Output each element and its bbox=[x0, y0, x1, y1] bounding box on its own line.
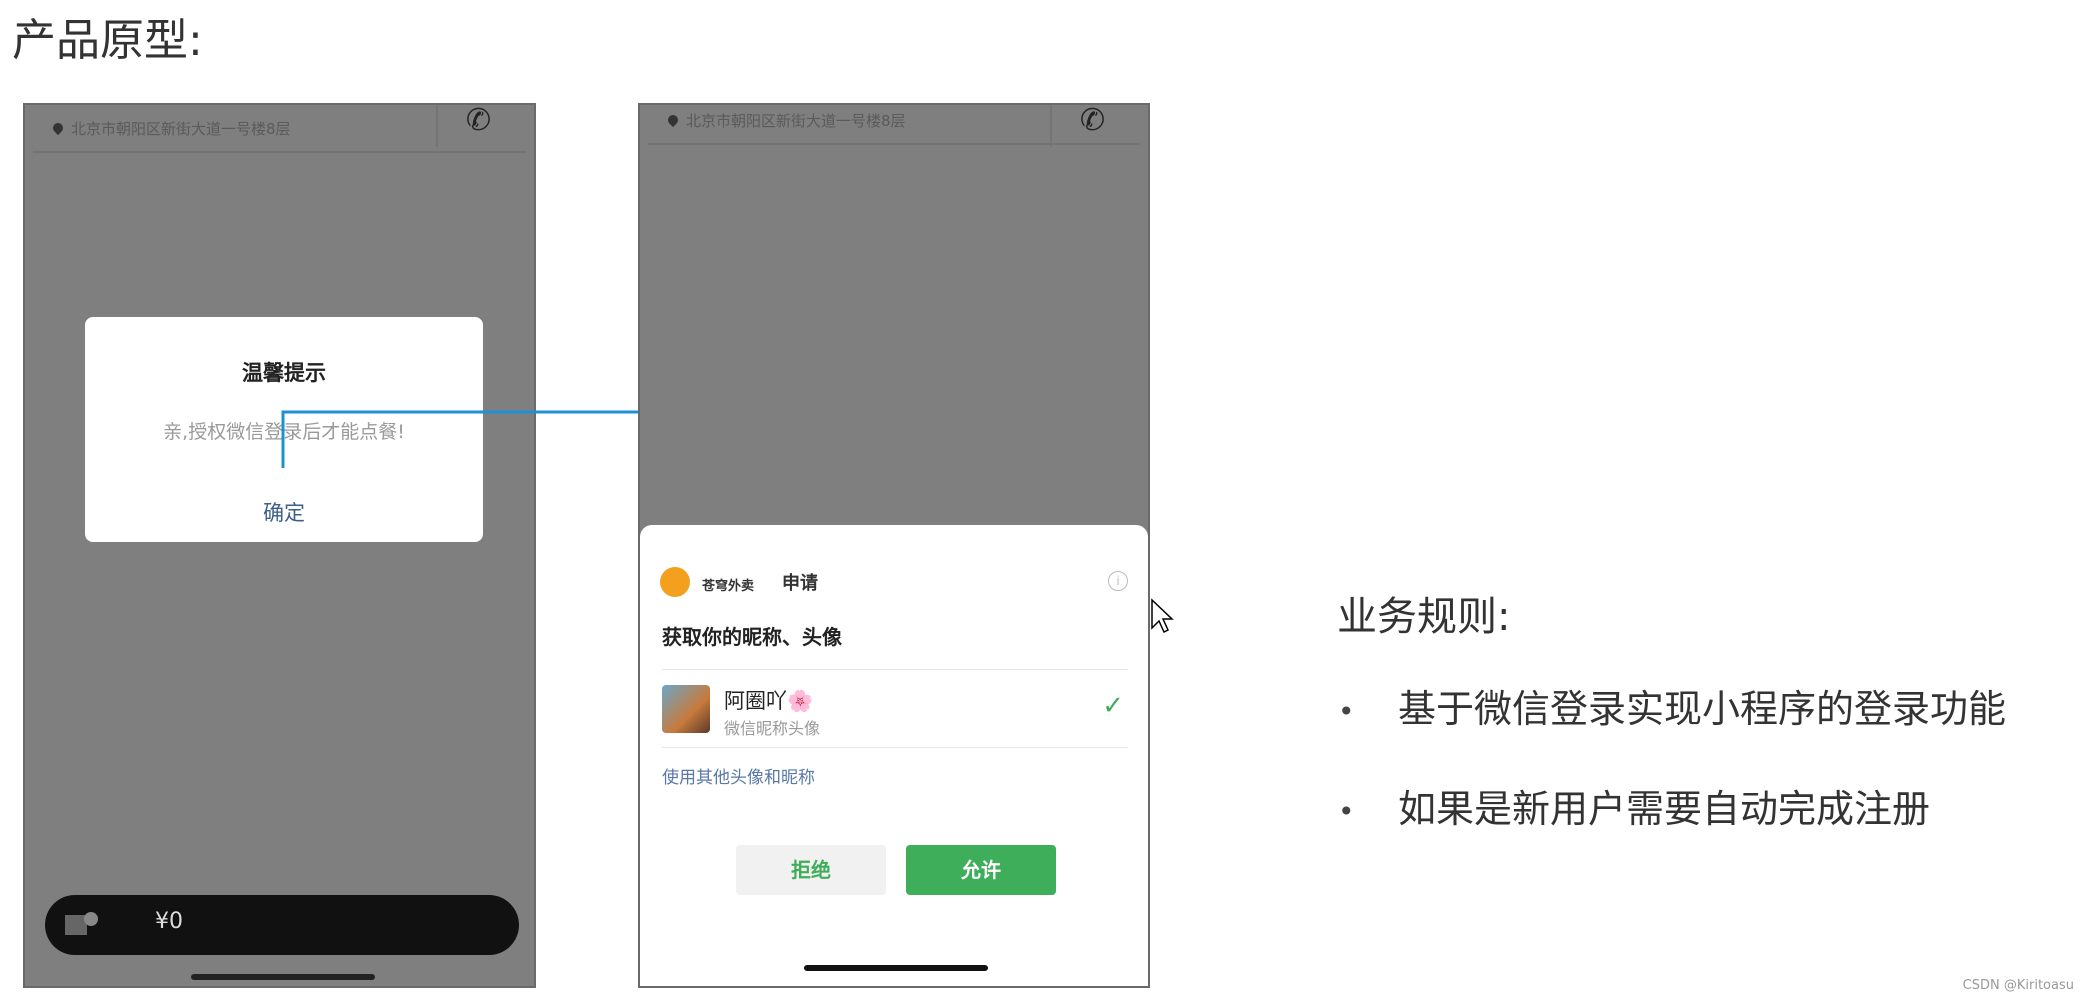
cart-bar[interactable]: ¥0 bbox=[45, 895, 519, 955]
rule-item: • 如果是新用户需要自动完成注册 bbox=[1338, 787, 1931, 831]
flow-arrow bbox=[281, 403, 660, 468]
deny-button[interactable]: 拒绝 bbox=[736, 845, 886, 895]
address-text: 北京市朝阳区新街大道一号楼8层 bbox=[71, 119, 291, 138]
call-button[interactable]: ✆ bbox=[1050, 103, 1148, 147]
rules-title: 业务规则: bbox=[1337, 594, 1511, 640]
confirm-button[interactable]: 确定 bbox=[85, 497, 483, 527]
location-pin-icon bbox=[50, 120, 66, 136]
nickname-subtitle: 微信昵称头像 bbox=[724, 719, 821, 738]
app-name: 苍穹外卖 bbox=[702, 579, 755, 594]
location-pin-icon bbox=[665, 112, 681, 128]
home-indicator bbox=[804, 965, 988, 971]
app-logo-icon bbox=[660, 567, 690, 597]
apply-label: 申请 bbox=[782, 573, 818, 594]
bullet-icon: • bbox=[1338, 795, 1355, 828]
address-text: 北京市朝阳区新街大道一号楼8层 bbox=[686, 111, 906, 130]
mouse-cursor-icon bbox=[1151, 598, 1174, 634]
bullet-icon: • bbox=[1338, 695, 1355, 728]
phone-icon: ✆ bbox=[466, 103, 492, 138]
allow-button[interactable]: 允许 bbox=[906, 845, 1056, 895]
wechat-auth-sheet: 苍穹外卖 申请 i 获取你的昵称、头像 阿圈吖🌸 微信昵称头像 ✓ 使用其他头像… bbox=[640, 525, 1148, 986]
cart-icon bbox=[65, 912, 98, 935]
call-button[interactable]: ✆ bbox=[436, 103, 534, 147]
avatar[interactable] bbox=[662, 685, 710, 733]
watermark: CSDN @Kiritoasu bbox=[1962, 978, 2074, 993]
use-other-profile-link[interactable]: 使用其他头像和昵称 bbox=[662, 763, 815, 788]
home-indicator bbox=[191, 974, 375, 980]
divider bbox=[662, 747, 1128, 748]
phone-icon: ✆ bbox=[1080, 103, 1106, 138]
dialog-title: 温馨提示 bbox=[242, 361, 326, 385]
check-icon: ✓ bbox=[1102, 691, 1124, 721]
info-icon[interactable]: i bbox=[1108, 571, 1128, 591]
phone-prototype-login-prompt: 北京市朝阳区新街大道一号楼8层 ✆ 温馨提示 亲,授权微信登录后才能点餐! 确定… bbox=[23, 103, 536, 988]
phone-prototype-auth: 北京市朝阳区新街大道一号楼8层 ✆ 苍穹外卖 申请 i 获取你的昵称、头像 阿圈… bbox=[638, 103, 1150, 988]
nickname[interactable]: 阿圈吖🌸 bbox=[724, 685, 813, 715]
cart-amount: ¥0 bbox=[155, 909, 183, 934]
divider bbox=[662, 669, 1128, 670]
page-title: 产品原型: bbox=[12, 15, 203, 66]
rule-item: • 基于微信登录实现小程序的登录功能 bbox=[1338, 687, 2007, 731]
auth-heading: 获取你的昵称、头像 bbox=[662, 625, 842, 649]
